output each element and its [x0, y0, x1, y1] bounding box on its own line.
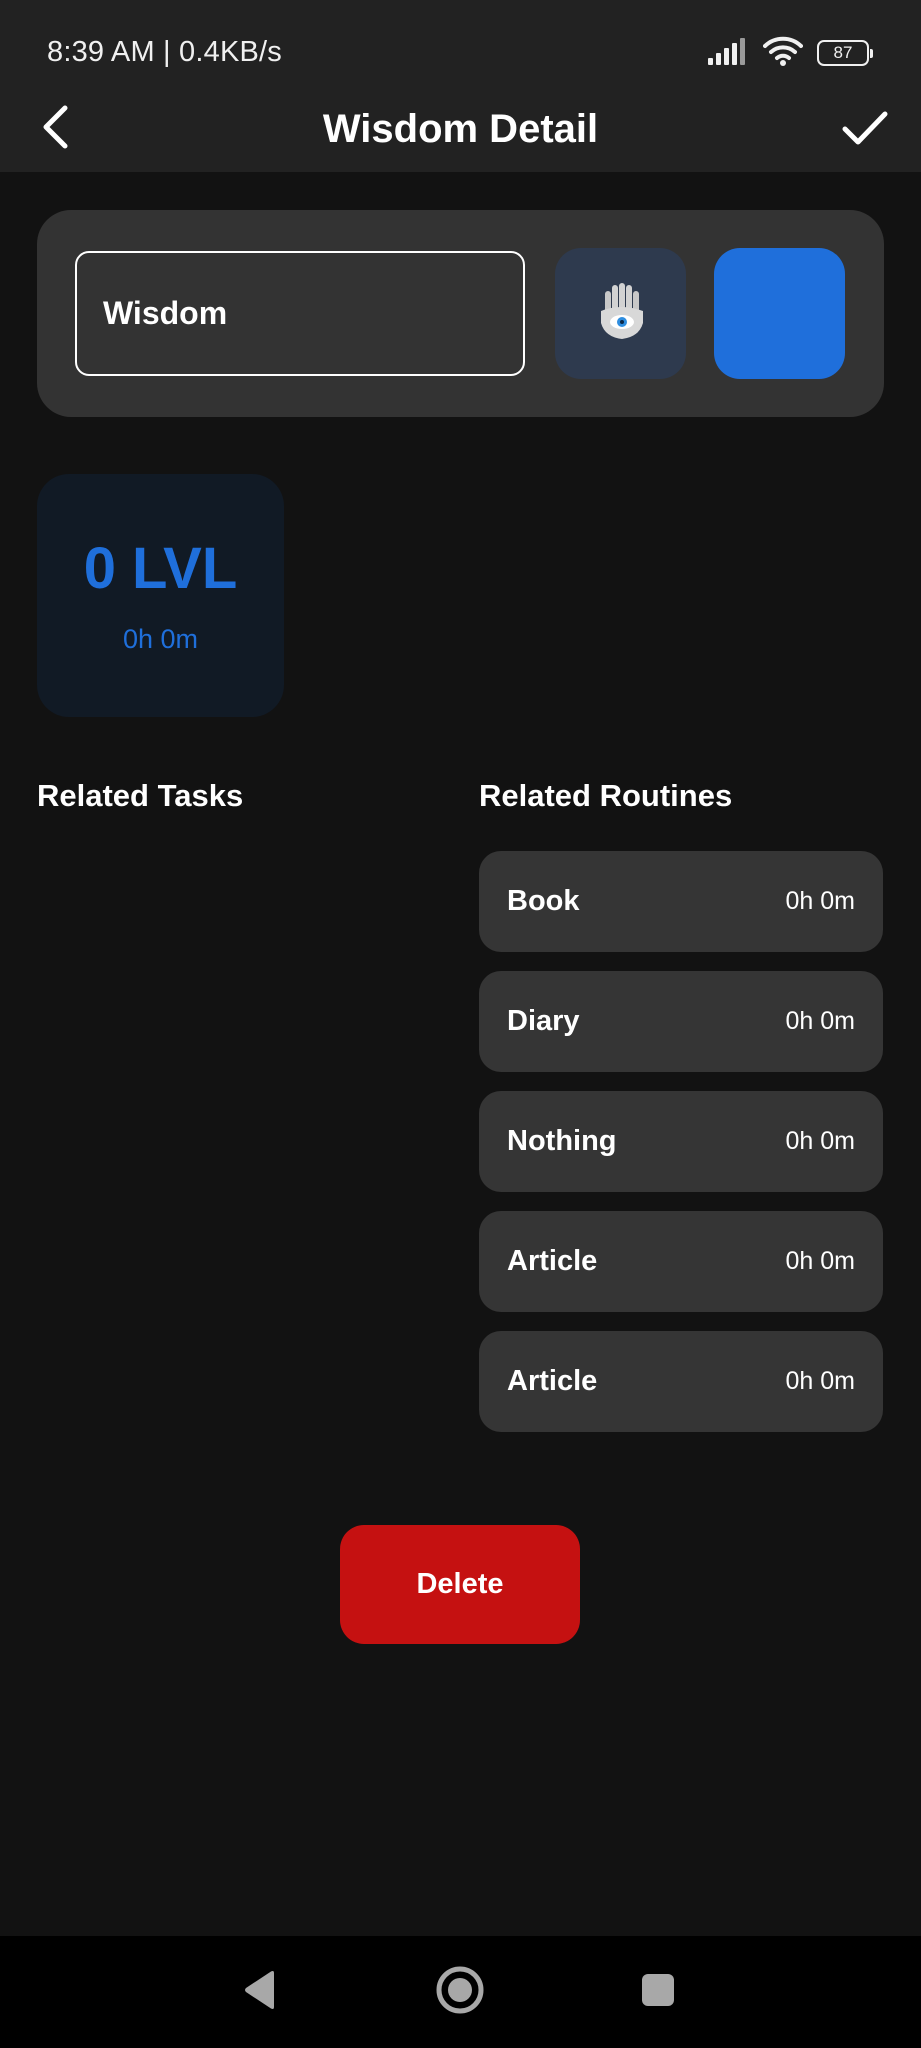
routine-time: 0h 0m	[785, 1247, 855, 1275]
nav-home-button[interactable]	[432, 1964, 488, 2020]
battery-icon: 87	[817, 40, 873, 66]
app-bar: Wisdom Detail	[0, 100, 921, 172]
routine-item[interactable]: Diary 0h 0m	[479, 971, 883, 1072]
system-nav-bar	[0, 1936, 921, 2048]
status-time: 8:39 AM | 0.4KB/s	[47, 36, 283, 68]
nav-recents-button[interactable]	[630, 1964, 686, 2020]
routine-time: 0h 0m	[785, 1007, 855, 1035]
routine-item[interactable]: Article 0h 0m	[479, 1211, 883, 1312]
check-icon	[841, 108, 889, 153]
color-picker-button[interactable]	[714, 248, 845, 379]
delete-button[interactable]: Delete	[340, 1525, 580, 1644]
routine-name: Article	[507, 1365, 598, 1397]
battery-level: 87	[833, 43, 853, 62]
home-circle-icon	[435, 1965, 485, 2020]
routine-name: Book	[507, 885, 580, 917]
icon-picker-button[interactable]	[555, 248, 686, 379]
name-input[interactable]	[75, 251, 525, 376]
recents-square-icon	[640, 1972, 676, 2013]
level-label: 0 LVL	[83, 536, 238, 601]
routine-item[interactable]: Nothing 0h 0m	[479, 1091, 883, 1192]
related-tasks-title: Related Tasks	[37, 778, 244, 813]
related-routines-title: Related Routines	[479, 778, 733, 813]
routine-time: 0h 0m	[785, 1127, 855, 1155]
page-title: Wisdom Detail	[322, 107, 599, 151]
routine-time: 0h 0m	[785, 1367, 855, 1395]
signal-icon	[707, 37, 749, 70]
routine-time: 0h 0m	[785, 887, 855, 915]
level-card: 0 LVL 0h 0m	[37, 474, 284, 717]
back-triangle-icon	[242, 1970, 278, 2015]
level-time: 0h 0m	[122, 624, 199, 654]
status-bar: 8:39 AM | 0.4KB/s 87	[0, 0, 921, 100]
wifi-icon	[763, 36, 803, 71]
hamsa-icon	[593, 281, 649, 346]
nav-back-button[interactable]	[232, 1964, 288, 2020]
routines-list: Book 0h 0m Diary 0h 0m Nothing 0h 0m Art…	[479, 851, 883, 1451]
routine-item[interactable]: Book 0h 0m	[479, 851, 883, 952]
routine-name: Article	[507, 1245, 598, 1277]
attribute-card	[37, 210, 884, 417]
routine-name: Nothing	[507, 1125, 617, 1157]
confirm-button[interactable]	[839, 104, 891, 156]
routine-item[interactable]: Article 0h 0m	[479, 1331, 883, 1432]
status-icons: 87	[707, 36, 873, 71]
routine-name: Diary	[507, 1005, 580, 1037]
